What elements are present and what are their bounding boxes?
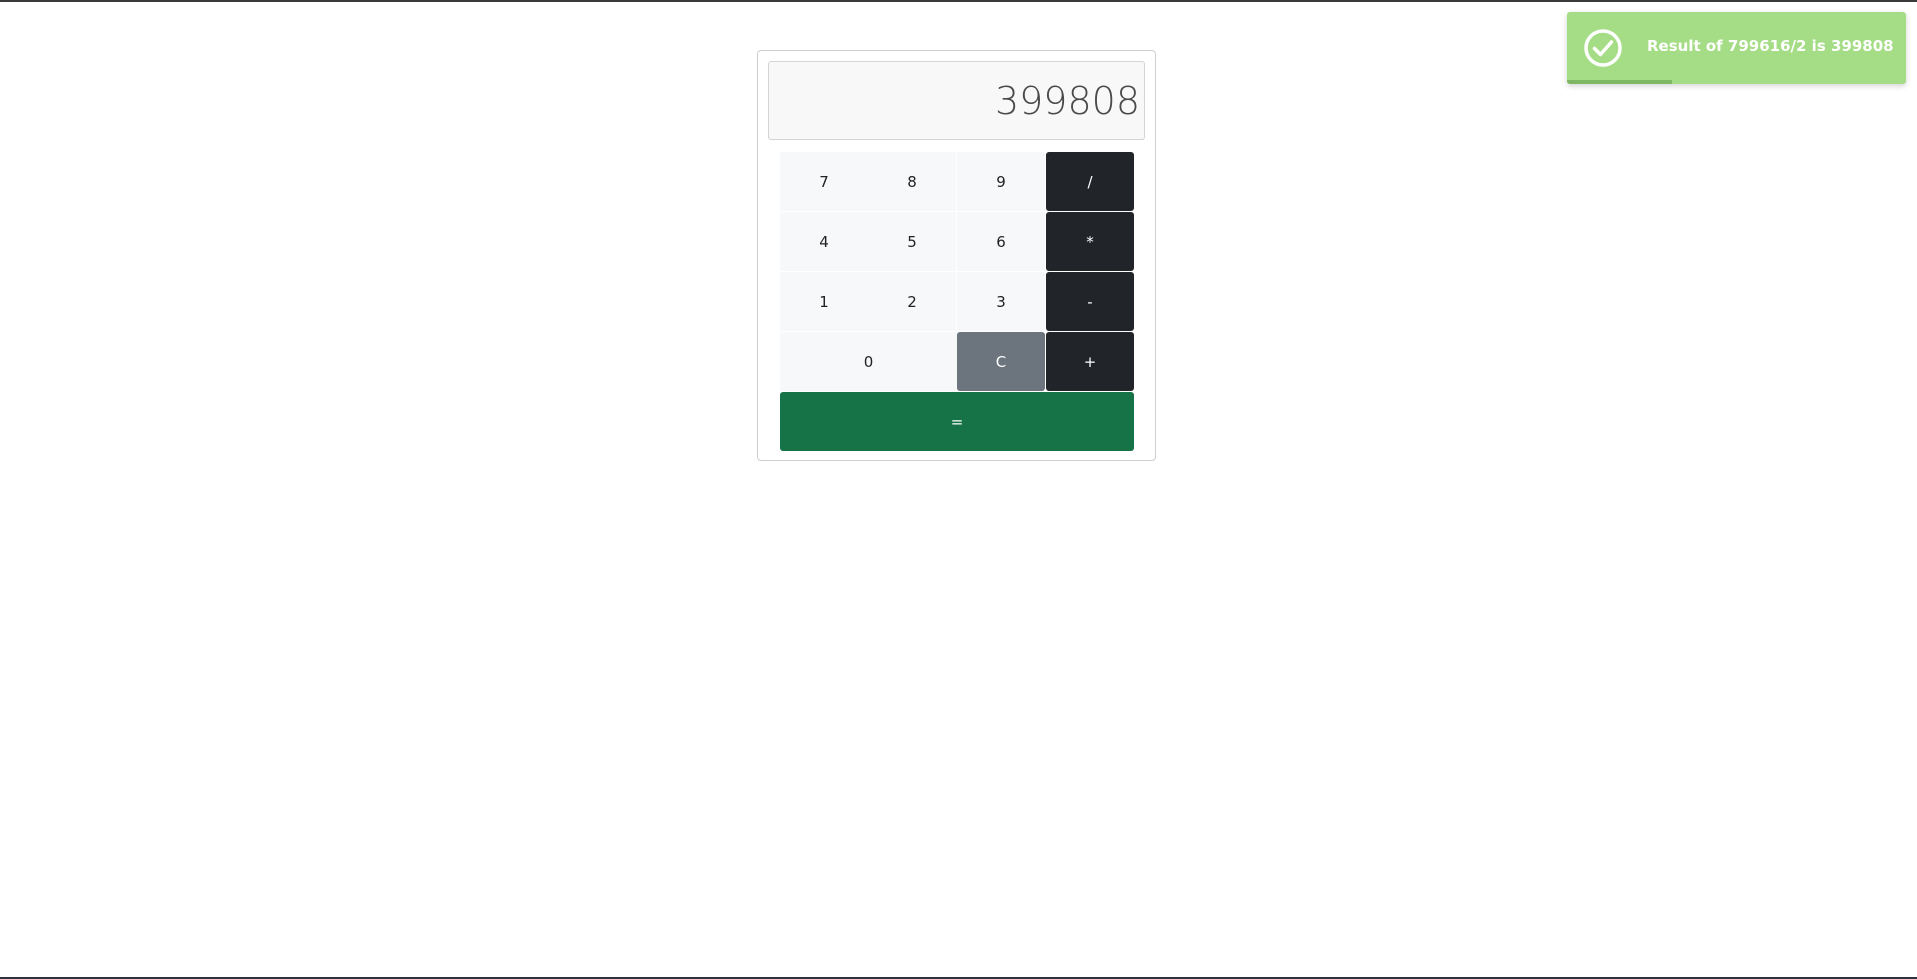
key-add[interactable]: +	[1046, 332, 1134, 391]
key-8[interactable]: 8	[868, 152, 956, 211]
equals-button[interactable]: =	[780, 392, 1134, 451]
key-9[interactable]: 9	[957, 152, 1045, 211]
key-7[interactable]: 7	[780, 152, 868, 211]
key-5[interactable]: 5	[868, 212, 956, 271]
key-0[interactable]: 0	[780, 332, 957, 391]
key-multiply[interactable]: *	[1046, 212, 1134, 271]
window-top-border	[0, 0, 1917, 2]
toast-message: Result of 799616/2 is 399808	[1647, 37, 1894, 55]
key-3[interactable]: 3	[957, 272, 1045, 331]
check-circle-icon	[1583, 28, 1623, 68]
key-6[interactable]: 6	[957, 212, 1045, 271]
key-divide[interactable]: /	[1046, 152, 1134, 211]
toast-progress-bar	[1567, 80, 1673, 84]
key-4[interactable]: 4	[780, 212, 868, 271]
clear-button[interactable]: C	[957, 332, 1045, 391]
calculator: 399808 7 8 9 / 4 5 6 * 1 2 3 - 0 C + =	[757, 50, 1156, 461]
key-1[interactable]: 1	[780, 272, 868, 331]
key-subtract[interactable]: -	[1046, 272, 1134, 331]
key-2[interactable]: 2	[868, 272, 956, 331]
result-toast[interactable]: Result of 799616/2 is 399808	[1567, 12, 1906, 84]
calculator-display: 399808	[768, 61, 1145, 140]
